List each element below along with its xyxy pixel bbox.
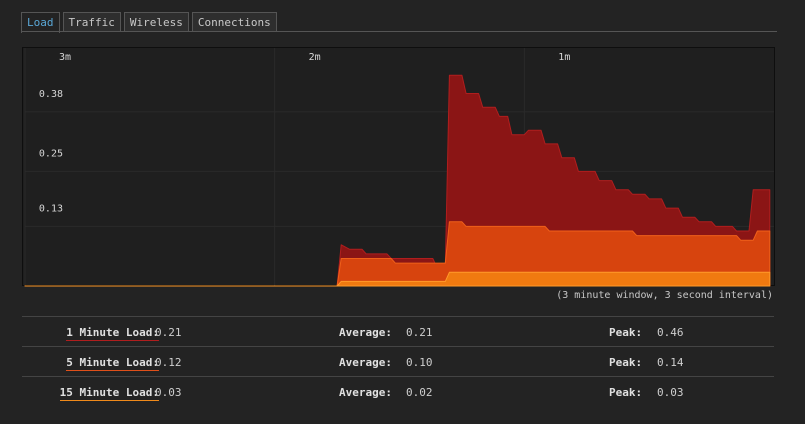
tab-connections[interactable]: Connections xyxy=(191,12,277,32)
stat-peak-15min: 0.03 xyxy=(657,386,684,399)
stat-peak-1min: 0.46 xyxy=(657,326,684,339)
tab-wireless[interactable]: Wireless xyxy=(123,12,189,32)
stat-average-label: Average: xyxy=(339,386,392,399)
stat-value-5min: 0.12 xyxy=(155,356,182,369)
stat-peak-label: Peak: xyxy=(609,386,643,399)
stat-peak-5min: 0.14 xyxy=(657,356,684,369)
x-tick-label: 1m xyxy=(558,52,570,63)
tab-traffic[interactable]: Traffic xyxy=(62,12,121,32)
stat-label-5min: 5 Minute Load: xyxy=(66,356,159,371)
stat-peak-label: Peak: xyxy=(609,326,643,339)
load-chart-svg: 0.38 0.25 0.13 3m 2m 1m xyxy=(24,48,774,287)
tab-load[interactable]: Load xyxy=(21,12,60,33)
stat-row-15min: 15 Minute Load: 0.03 Average: 0.02 Peak:… xyxy=(22,376,774,406)
stat-row-1min: 1 Minute Load: 0.21 Average: 0.21 Peak: … xyxy=(22,316,774,346)
load-stats: 1 Minute Load: 0.21 Average: 0.21 Peak: … xyxy=(22,316,774,406)
stat-average-label: Average: xyxy=(339,356,392,369)
stat-value-1min: 0.21 xyxy=(155,326,182,339)
y-tick-label: 0.13 xyxy=(39,203,63,214)
stat-label-1min: 1 Minute Load: xyxy=(66,326,159,341)
stat-row-5min: 5 Minute Load: 0.12 Average: 0.10 Peak: … xyxy=(22,346,774,376)
load-chart: 0.38 0.25 0.13 3m 2m 1m xyxy=(22,47,775,287)
x-tick-label: 2m xyxy=(309,52,321,63)
stat-average-label: Average: xyxy=(339,326,392,339)
stat-average-15min: 0.02 xyxy=(406,386,433,399)
chart-caption: (3 minute window, 3 second interval) xyxy=(556,290,773,301)
tab-bar: Load Traffic Wireless Connections xyxy=(21,12,277,33)
stat-label-15min: 15 Minute Load: xyxy=(59,386,159,401)
tab-divider xyxy=(21,31,777,32)
stat-peak-label: Peak: xyxy=(609,356,643,369)
stat-average-1min: 0.21 xyxy=(406,326,433,339)
x-tick-label: 3m xyxy=(59,52,71,63)
y-tick-label: 0.25 xyxy=(39,148,63,159)
y-tick-label: 0.38 xyxy=(39,89,63,100)
stat-value-15min: 0.03 xyxy=(155,386,182,399)
stat-average-5min: 0.10 xyxy=(406,356,433,369)
